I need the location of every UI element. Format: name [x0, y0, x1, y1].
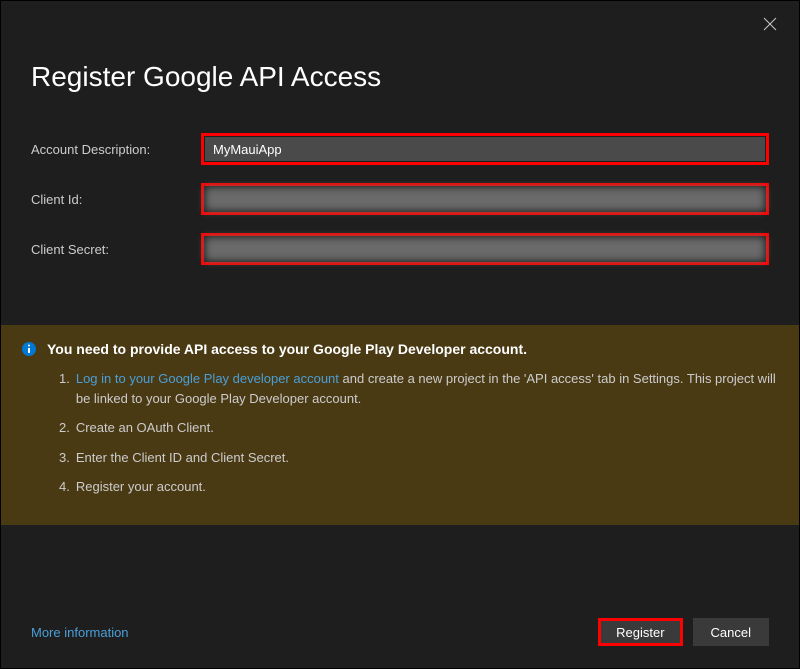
info-step-2-text: Create an OAuth Client. — [76, 418, 779, 438]
info-step-1: 1. Log in to your Google Play developer … — [59, 369, 779, 408]
info-steps-list: 1. Log in to your Google Play developer … — [21, 369, 779, 497]
info-panel: You need to provide API access to your G… — [1, 325, 799, 525]
info-step-4: 4. Register your account. — [59, 477, 779, 497]
dialog-title: Register Google API Access — [1, 1, 799, 133]
client-secret-row: Client Secret: — [31, 233, 769, 265]
info-icon — [21, 341, 37, 357]
login-google-play-link[interactable]: Log in to your Google Play developer acc… — [76, 371, 339, 386]
account-description-label: Account Description: — [31, 142, 201, 157]
cancel-button[interactable]: Cancel — [693, 618, 769, 646]
info-step-3: 3. Enter the Client ID and Client Secret… — [59, 448, 779, 468]
register-google-api-dialog: Register Google API Access Account Descr… — [0, 0, 800, 669]
client-id-label: Client Id: — [31, 192, 201, 207]
account-description-input[interactable] — [205, 137, 765, 161]
dialog-footer: More information Register Cancel — [1, 618, 799, 646]
account-description-row: Account Description: — [31, 133, 769, 165]
more-information-link[interactable]: More information — [31, 625, 129, 640]
close-icon — [763, 17, 777, 31]
dialog-actions: Register Cancel — [598, 618, 769, 646]
client-secret-input[interactable] — [205, 237, 765, 261]
info-title: You need to provide API access to your G… — [47, 341, 527, 357]
close-button[interactable] — [763, 17, 779, 33]
info-step-2: 2. Create an OAuth Client. — [59, 418, 779, 438]
register-button[interactable]: Register — [598, 618, 682, 646]
info-step-4-text: Register your account. — [76, 477, 779, 497]
info-step-3-text: Enter the Client ID and Client Secret. — [76, 448, 779, 468]
form-section: Account Description: Client Id: Client S… — [1, 133, 799, 265]
client-id-row: Client Id: — [31, 183, 769, 215]
client-id-input[interactable] — [205, 187, 765, 211]
client-secret-label: Client Secret: — [31, 242, 201, 257]
